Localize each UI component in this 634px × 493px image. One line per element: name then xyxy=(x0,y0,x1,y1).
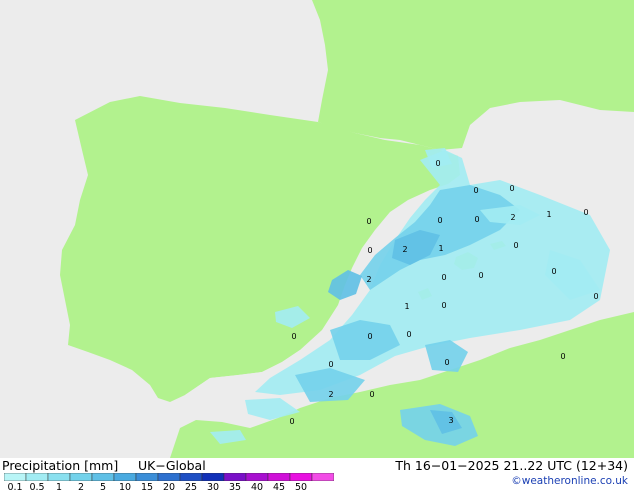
precip-value-label: 0 xyxy=(444,358,449,367)
precip-value-label: 1 xyxy=(404,302,409,311)
precip-value-label: 0 xyxy=(328,360,333,369)
precip-value-label: 0 xyxy=(551,267,556,276)
colorbar-segment xyxy=(223,473,247,481)
colorbar-tick-label: 0.5 xyxy=(29,482,45,493)
precip-value-label: 0 xyxy=(560,352,565,361)
precip-value-label: 1 xyxy=(546,210,551,219)
precip-value-label: 2 xyxy=(402,245,407,254)
colorbar-segment xyxy=(47,473,71,481)
precip-value-label: 0 xyxy=(513,241,518,250)
colorbar-segment xyxy=(69,473,93,481)
precip-value-label: 0 xyxy=(473,186,478,195)
precip-value-label: 0 xyxy=(366,217,371,226)
legend-title: Precipitation [mm] xyxy=(2,458,119,473)
precip-value-label: 0 xyxy=(367,246,372,255)
colorbar-segment xyxy=(311,473,334,481)
colorbar-tick-label: 40 xyxy=(250,482,264,493)
map-canvas: 0 0 0 0 2 1 0 0 2 1 0 0 0 0 2 1 0 0 0 0 0 0 0 0 0 2 0 0 3 0 xyxy=(0,0,634,458)
colorbar-tick-label: 35 xyxy=(228,482,242,493)
precip-value-label: 0 xyxy=(435,159,440,168)
colorbar-tick-label: 30 xyxy=(206,482,220,493)
precip-value-label: 0 xyxy=(406,330,411,339)
precipitation-map: 0 0 0 0 2 1 0 0 2 1 0 0 0 0 2 1 0 0 0 0 0 0 0 0 0 2 0 0 3 0 xyxy=(0,0,634,458)
colorbar-segment xyxy=(201,473,225,481)
precip-value-label: 2 xyxy=(510,213,515,222)
colorbar-tick-label: 1 xyxy=(55,482,63,493)
colorbar-tick-label: 15 xyxy=(140,482,154,493)
precipitation-colorbar xyxy=(4,473,334,481)
precip-value-label: 2 xyxy=(328,390,333,399)
precip-value-label: 2 xyxy=(366,275,371,284)
colorbar-segment xyxy=(245,473,269,481)
colorbar-segment xyxy=(4,473,27,481)
precip-value-label: 0 xyxy=(441,301,446,310)
credit-link[interactable]: ©weatheronline.co.uk xyxy=(511,475,628,487)
colorbar-tick-label: 25 xyxy=(184,482,198,493)
colorbar-tick-label: 10 xyxy=(118,482,132,493)
colorbar-tick-label: 0.1 xyxy=(7,482,23,493)
precip-value-label: 0 xyxy=(369,390,374,399)
precip-value-label: 0 xyxy=(367,332,372,341)
colorbar-tick-label: 20 xyxy=(162,482,176,493)
precip-value-label: 3 xyxy=(448,416,453,425)
colorbar-segment xyxy=(25,473,49,481)
precip-value-label: 0 xyxy=(509,184,514,193)
colorbar-segment xyxy=(179,473,203,481)
colorbar-segment xyxy=(113,473,137,481)
colorbar-tick-label: 2 xyxy=(77,482,85,493)
colorbar-segment xyxy=(267,473,291,481)
colorbar-tick-label: 5 xyxy=(99,482,107,493)
precip-value-label: 0 xyxy=(478,271,483,280)
precip-value-label: 0 xyxy=(437,216,442,225)
colorbar-tick-label: 50 xyxy=(294,482,308,493)
model-name: UK−Global xyxy=(138,458,206,473)
precip-value-label: 0 xyxy=(441,273,446,282)
precip-value-label: 0 xyxy=(593,292,598,301)
colorbar-segment xyxy=(157,473,181,481)
precip-value-label: 0 xyxy=(474,215,479,224)
colorbar-segment xyxy=(91,473,115,481)
precip-value-label: 1 xyxy=(438,244,443,253)
colorbar-segment xyxy=(135,473,159,481)
precip-value-label: 0 xyxy=(583,208,588,217)
precip-value-label: 0 xyxy=(289,417,294,426)
valid-datetime: Th 16−01−2025 21..22 UTC (12+34) xyxy=(395,458,628,473)
colorbar-segment xyxy=(289,473,313,481)
colorbar-tick-label: 45 xyxy=(272,482,286,493)
precip-value-label: 0 xyxy=(291,332,296,341)
footer-bar: Precipitation [mm] UK−Global Th 16−01−20… xyxy=(0,458,634,493)
